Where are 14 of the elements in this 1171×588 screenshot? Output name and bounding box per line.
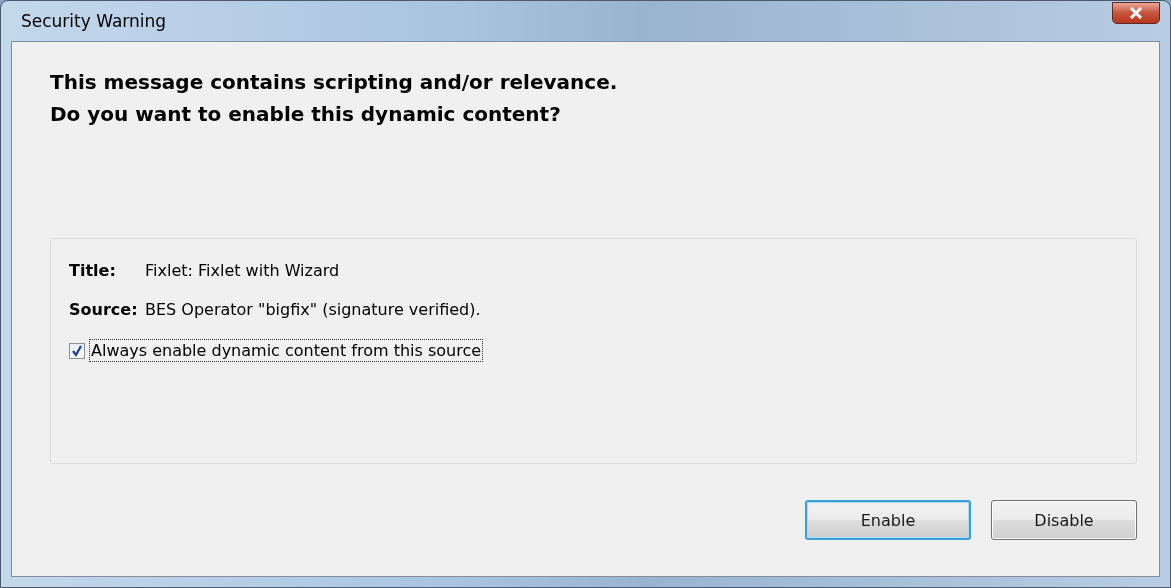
detail-value: BES Operator "bigfix" (signature verified). [145, 300, 481, 319]
checkbox-label[interactable]: Always enable dynamic content from this source [89, 339, 484, 362]
heading-text: This message contains scripting and/or relevance. [50, 69, 619, 96]
close-button[interactable] [1112, 2, 1160, 24]
detail-label: Source: [69, 300, 139, 319]
dialog-button[interactable]: Enable [805, 500, 971, 540]
dialog-button[interactable]: Disable [991, 500, 1137, 540]
close-icon [1129, 7, 1143, 19]
checkbox[interactable] [69, 342, 85, 359]
window-title: Security Warning [21, 11, 167, 31]
detail-value: Fixlet: Fixlet with Wizard [145, 261, 340, 280]
heading-text: Do you want to enable this dynamic content? [50, 101, 562, 128]
detail-label: Title: [69, 261, 117, 280]
checkmark-icon [71, 344, 83, 357]
